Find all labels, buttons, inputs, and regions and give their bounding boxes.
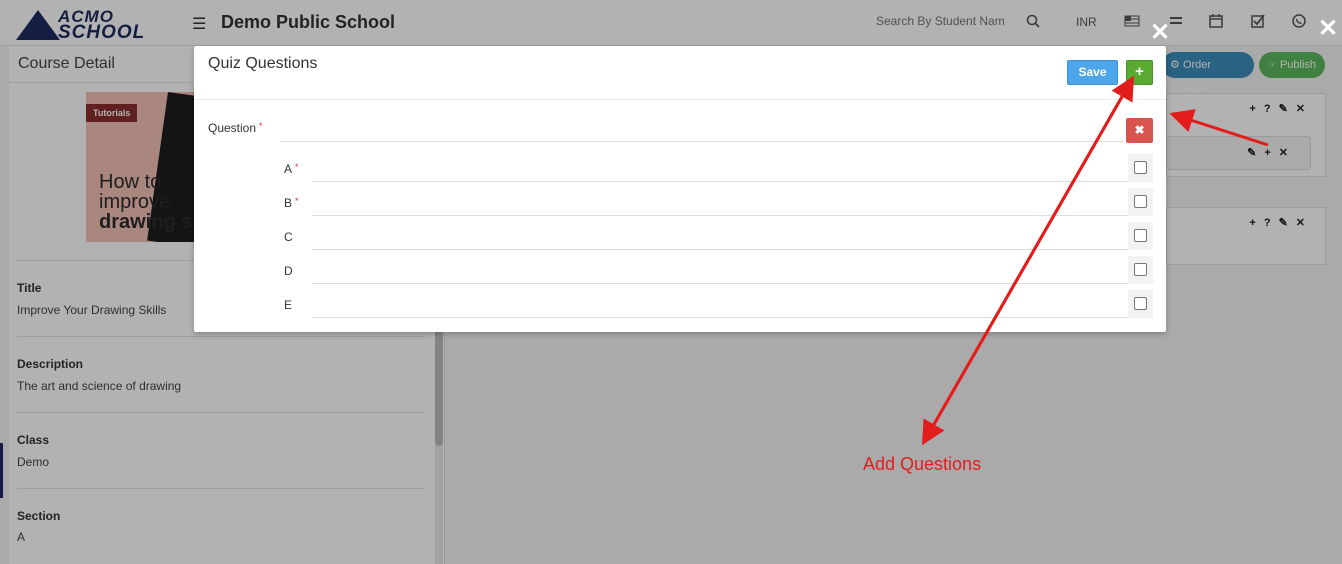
option-input[interactable] <box>312 259 1128 284</box>
option-row-d: D <box>194 254 1166 288</box>
correct-answer-checkbox[interactable] <box>1134 195 1147 208</box>
question-label: Question * <box>208 121 263 135</box>
option-letter: A <box>284 162 293 176</box>
option-row-c: C <box>194 220 1166 254</box>
close-icon: ✖ <box>1134 123 1145 137</box>
question-label-text: Question <box>208 121 257 135</box>
quiz-questions-modal: ✕ Quiz Questions Save + Question * ✖ A * B… <box>194 21 1170 332</box>
required-marker: * <box>259 121 263 131</box>
option-label: A * <box>284 162 299 176</box>
option-input[interactable] <box>312 225 1128 250</box>
option-input[interactable] <box>312 157 1128 182</box>
option-input[interactable] <box>312 191 1128 216</box>
option-row-e: E <box>194 288 1166 322</box>
question-input[interactable] <box>280 118 1124 142</box>
option-letter: D <box>284 264 293 278</box>
correct-answer-checkbox[interactable] <box>1134 263 1147 276</box>
option-label: E <box>284 298 292 312</box>
correct-answer-checkbox[interactable] <box>1134 161 1147 174</box>
backdrop-edge-marker <box>0 443 3 498</box>
required-marker: * <box>295 162 299 172</box>
correct-answer-cell <box>1128 290 1153 318</box>
modal-header-divider <box>194 99 1166 100</box>
annotation-label: Add Questions <box>863 454 982 474</box>
add-question-button[interactable]: + <box>1126 60 1153 85</box>
correct-answer-cell <box>1128 188 1153 216</box>
option-letter: B <box>284 196 293 210</box>
modal-close-icon[interactable]: ✕ <box>1150 21 1170 45</box>
correct-answer-checkbox[interactable] <box>1134 229 1147 242</box>
option-label: C <box>284 230 293 244</box>
correct-answer-cell <box>1128 222 1153 250</box>
option-row-a: A * <box>194 152 1166 186</box>
option-label: D <box>284 264 293 278</box>
option-letter: C <box>284 230 293 244</box>
option-label: B * <box>284 196 299 210</box>
option-input[interactable] <box>312 293 1128 318</box>
option-row-b: B * <box>194 186 1166 220</box>
correct-answer-cell <box>1128 154 1153 182</box>
option-letter: E <box>284 298 293 312</box>
plus-icon: + <box>1135 63 1144 80</box>
correct-answer-checkbox[interactable] <box>1134 297 1147 310</box>
correct-answer-cell <box>1128 256 1153 284</box>
save-button[interactable]: Save <box>1067 60 1118 85</box>
close-icon[interactable]: ✕ <box>1318 17 1338 41</box>
required-marker: * <box>295 196 299 206</box>
modal-title: Quiz Questions <box>208 55 318 72</box>
delete-question-button[interactable]: ✖ <box>1126 118 1153 143</box>
